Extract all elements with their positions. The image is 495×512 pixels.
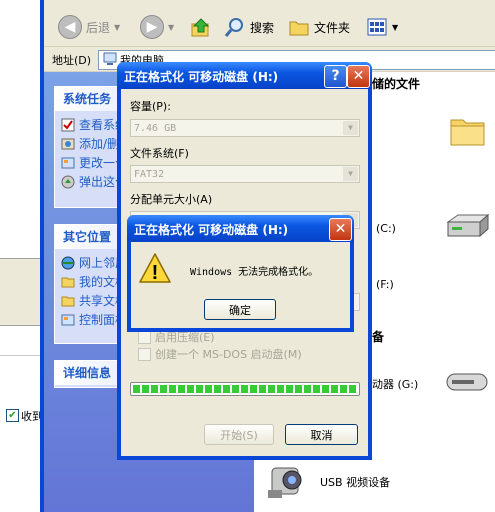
up-folder-icon (191, 18, 210, 37)
format-progress-bar (130, 382, 360, 396)
drive-c-label[interactable]: (C:) (376, 222, 396, 235)
search-icon (224, 18, 243, 37)
divider (0, 355, 40, 356)
alert-message: Windows 无法完成格式化。 (190, 267, 319, 278)
warning-glyph: ! (152, 262, 159, 284)
search-button[interactable]: 搜索 (224, 14, 274, 40)
control-panel-icon (61, 314, 75, 325)
format-dialog-title: 正在格式化 可移动磁盘 (H:) (124, 70, 279, 84)
help-button[interactable]: ? (324, 65, 347, 88)
toolbar: ◀ 后退 ▼ ▶ ▼ 搜索 文件夹 ▼ (44, 6, 495, 47)
allocation-label: 分配单元大小(A) (130, 193, 213, 206)
filesystem-value: FAT32 (134, 169, 165, 180)
devices-header: 备 (372, 330, 385, 344)
folder-icon (289, 21, 309, 36)
my-computer-icon (103, 52, 117, 65)
alert-dialog-title: 正在格式化 可移动磁盘 (H:) (134, 223, 289, 237)
warning-icon: ! (139, 253, 171, 284)
webcam-icon[interactable] (266, 460, 306, 502)
filesystem-select[interactable]: FAT32 ▼ (130, 165, 360, 183)
cancel-button[interactable]: 取消 (285, 424, 358, 445)
system-info-icon (61, 118, 75, 131)
filesystem-label: 文件系统(F) (130, 147, 189, 160)
removable-drive-icon[interactable] (444, 368, 490, 396)
background-checkbox[interactable]: ✔ (6, 409, 19, 422)
shared-folder-icon (61, 296, 75, 306)
chevron-down-icon: ▼ (343, 167, 358, 181)
capacity-value: 7.46 GB (134, 123, 177, 134)
search-label: 搜索 (250, 20, 275, 35)
checkbox-box (138, 330, 151, 344)
chevron-down-icon: ▼ (168, 22, 175, 32)
up-folder-button[interactable] (190, 14, 212, 40)
documents-folder-icon (61, 277, 75, 287)
back-arrow-icon: ◀ (58, 15, 82, 39)
control-panel-icon (61, 157, 75, 168)
forward-arrow-icon: ▶ (140, 15, 164, 39)
drive-g-label[interactable]: 动器 (G:) (372, 376, 418, 392)
stored-files-header: 储的文件 (372, 77, 421, 91)
usb-video-label[interactable]: USB 视频设备 (320, 474, 390, 490)
msdos-boot-checkbox[interactable]: 创建一个 MS-DOS 启动盘(M) (138, 346, 302, 362)
close-button[interactable]: ✕ (347, 65, 370, 88)
drive-f-label[interactable]: (F:) (376, 278, 394, 291)
alert-close-button[interactable]: ✕ (329, 218, 352, 241)
ok-button[interactable]: 确定 (204, 299, 276, 320)
views-button[interactable]: ▼ (366, 14, 398, 40)
background-window-bar (0, 258, 40, 326)
network-icon (61, 256, 75, 269)
chevron-down-icon: ▼ (114, 22, 121, 32)
folder-icon[interactable] (449, 112, 487, 148)
forward-button[interactable]: ▶ ▼ (140, 14, 174, 40)
programs-icon (61, 138, 75, 149)
views-grid-icon (367, 18, 387, 36)
back-button[interactable]: ◀ 后退 ▼ (58, 14, 120, 40)
start-button[interactable]: 开始(S) (204, 424, 274, 445)
folders-button[interactable]: 文件夹 (288, 14, 350, 40)
chevron-down-icon: ▼ (392, 22, 399, 32)
background-window (0, 0, 40, 512)
back-label: 后退 (86, 20, 111, 35)
format-progress-fill (133, 385, 357, 393)
folders-label: 文件夹 (314, 20, 351, 35)
hard-drive-icon[interactable] (444, 212, 490, 242)
address-label: 地址(D) (52, 54, 92, 67)
capacity-select[interactable]: 7.46 GB ▼ (130, 119, 360, 137)
chevron-down-icon: ▼ (343, 121, 358, 135)
msdos-label: 创建一个 MS-DOS 启动盘(M) (155, 348, 302, 361)
capacity-label: 容量(P): (130, 100, 171, 113)
checkbox-box (138, 347, 151, 361)
eject-disk-icon (61, 175, 75, 188)
